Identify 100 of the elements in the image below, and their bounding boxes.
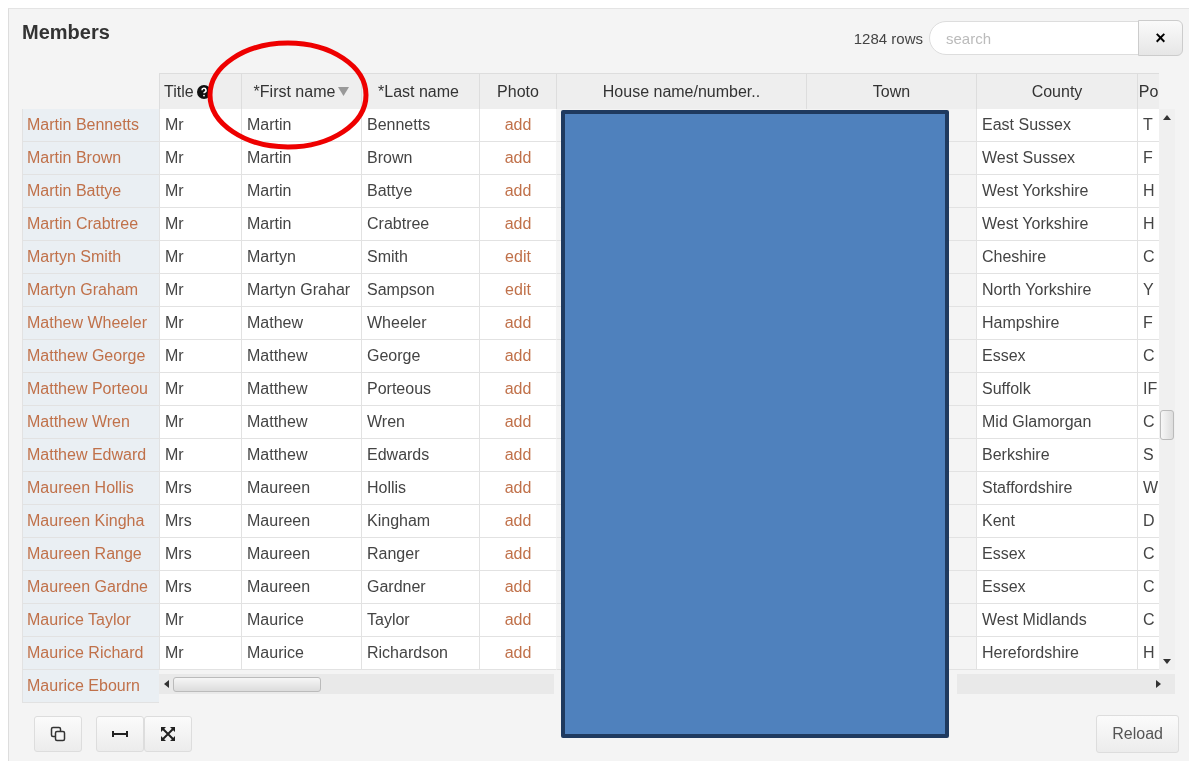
table-cell: Essex [976,340,1137,373]
table-cell: Matthew [241,406,361,439]
photo-link[interactable]: add [504,182,532,200]
photo-link[interactable]: edit [505,248,531,266]
table-cell: F [1137,142,1159,175]
photo-link[interactable]: add [504,413,532,431]
table-cell: Richardson [361,637,479,670]
table-cell: F [1137,307,1159,340]
table-cell: Mr [159,373,241,406]
table-cell: Maureen [241,571,361,604]
table-cell: Mr [159,340,241,373]
collapse-button[interactable] [96,716,144,752]
photo-link[interactable]: add [504,611,532,629]
photo-link[interactable]: add [504,479,532,497]
photo-link[interactable]: add [504,578,532,596]
table-cell: Mr [159,274,241,307]
table-cell: Matthew [241,340,361,373]
column-header[interactable]: County [976,73,1137,109]
help-icon[interactable] [196,84,211,99]
table-cell: Matthew [241,373,361,406]
table-cell: C [1137,538,1159,571]
table-cell: Martin [241,109,361,142]
table-cell: Mid Glamorgan [976,406,1137,439]
table-cell: Bennetts [361,109,479,142]
column-header[interactable]: *First name [241,73,361,109]
photo-link[interactable]: add [504,644,532,662]
table-cell: D [1137,505,1159,538]
photo-link[interactable]: add [504,116,532,134]
table-cell: Maureen [241,472,361,505]
scroll-up-icon[interactable] [1163,115,1171,120]
table-cell: Mrs [159,472,241,505]
table-cell: Edwards [361,439,479,472]
scroll-down-icon[interactable] [1163,659,1171,664]
scroll-right-icon[interactable] [1156,680,1161,688]
table-cell: Maureen [241,505,361,538]
table-cell: Maureen [241,538,361,571]
table-cell: S [1137,439,1159,472]
table-cell: Maurice [241,637,361,670]
horizontal-scrollbar[interactable] [159,674,554,694]
table-cell: East Sussex [976,109,1137,142]
photo-link[interactable]: add [504,314,532,332]
table-cell: Brown [361,142,479,175]
vertical-scrollbar[interactable] [1159,109,1175,670]
reload-button[interactable]: Reload [1096,715,1179,753]
table-cell: West Yorkshire [976,208,1137,241]
photo-link[interactable]: add [504,446,532,464]
horizontal-line-icon [112,731,128,737]
table-cell: T [1137,109,1159,142]
table-cell: Wren [361,406,479,439]
table-cell: Hollis [361,472,479,505]
table-cell: Essex [976,571,1137,604]
column-header[interactable]: Town [806,73,976,109]
table-cell: Matthew [241,439,361,472]
column-header[interactable]: House name/number.. [556,73,806,109]
table-cell: W [1137,472,1159,505]
photo-link[interactable]: add [504,512,532,530]
table-cell: Mr [159,109,241,142]
table-cell: West Sussex [976,142,1137,175]
photo-link[interactable]: add [504,149,532,167]
table-cell: Mr [159,604,241,637]
clear-search-button[interactable]: × [1138,20,1183,56]
copy-icon [50,726,66,742]
table-cell: H [1137,175,1159,208]
table-cell: Cheshire [976,241,1137,274]
fullscreen-button[interactable] [144,716,192,752]
table-cell: Mr [159,637,241,670]
table-cell: Mrs [159,538,241,571]
table-cell: Taylor [361,604,479,637]
column-header[interactable]: Title [159,73,241,109]
photo-link[interactable]: add [504,380,532,398]
table-cell: IF [1137,373,1159,406]
table-cell: Martin [241,208,361,241]
table-cell: Mr [159,307,241,340]
table-cell: C [1137,241,1159,274]
table-cell: C [1137,406,1159,439]
column-header[interactable]: Po [1137,73,1159,109]
table-cell: Essex [976,538,1137,571]
copy-button[interactable] [34,716,82,752]
photo-link[interactable]: add [504,215,532,233]
table-cell: Y [1137,274,1159,307]
table-cell: George [361,340,479,373]
scrollbar-thumb[interactable] [173,676,321,692]
table-cell: Gardner [361,571,479,604]
scroll-left-icon[interactable] [164,680,169,688]
search-field[interactable]: search [929,21,1139,55]
table-cell: Porteous [361,373,479,406]
table-cell: Berkshire [976,439,1137,472]
photo-link[interactable]: edit [505,281,531,299]
scrollbar-thumb[interactable] [1160,409,1174,440]
column-header[interactable]: *Last name [361,73,479,109]
column-header[interactable]: Photo [479,73,556,109]
table-cell: C [1137,571,1159,604]
table-cell: Mr [159,406,241,439]
photo-link[interactable]: add [504,347,532,365]
scrollbar-track[interactable] [957,674,1175,694]
table-cell: Mr [159,241,241,274]
photo-link[interactable]: add [504,545,532,563]
row-count: 1284 rows [853,29,923,47]
table-cell: Smith [361,241,479,274]
table-cell: Martin [241,175,361,208]
